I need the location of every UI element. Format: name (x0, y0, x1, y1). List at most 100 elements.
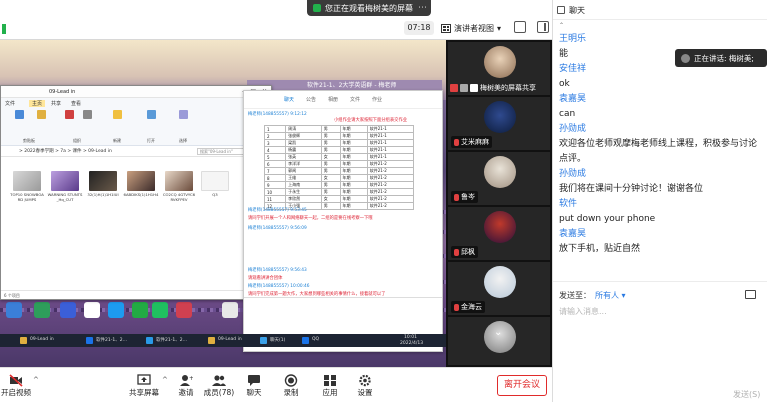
participant-tile[interactable]: 鲁岑 (448, 152, 550, 205)
table-cell: 年期 (339, 132, 368, 140)
ribbon-tab[interactable]: 文件 (5, 100, 15, 107)
leave-meeting-button[interactable]: 离开会议 (497, 375, 547, 396)
folder-icon[interactable] (20, 337, 27, 344)
message-sender[interactable]: 袁嘉昊 (559, 92, 763, 107)
chat-tab[interactable]: 作业 (372, 96, 382, 103)
participant-name: 邱枫 (451, 246, 478, 258)
more-options-icon[interactable]: ⋯ (418, 3, 427, 13)
mic-icon (470, 84, 478, 92)
wechat-icon[interactable] (132, 302, 148, 318)
table-row: 3 梁凯男年期 软件21-1 (263, 139, 415, 147)
speaker-view-button[interactable]: 演讲者视图 ▾ (441, 20, 501, 36)
file-icon[interactable] (745, 290, 756, 299)
address-bar[interactable]: > 2022春季学期 > 7a > 课件 > 09-Lead in 搜索"09-… (1, 146, 271, 157)
rename-icon[interactable] (83, 110, 92, 119)
taskbar-item[interactable]: 09-Lead in (218, 337, 242, 342)
chat-tab[interactable]: 聊天 (284, 96, 294, 103)
send-to-value: 所有人 (595, 291, 619, 300)
ribbon-tab[interactable]: 共享 (51, 100, 61, 107)
chevron-up-icon[interactable]: ^ (33, 376, 39, 384)
file-item[interactable]: Q3 (197, 171, 233, 197)
taskbar-item[interactable]: QQ (312, 337, 319, 342)
file-item[interactable]: 32(1)H(1)1H1IUI (85, 171, 121, 197)
fullscreen-icon[interactable] (514, 21, 526, 33)
properties-icon[interactable] (147, 110, 156, 119)
message-sender[interactable]: 袁嘉昊 (559, 227, 763, 242)
participant-tile[interactable]: 梅树美的屏幕共享 (448, 42, 550, 95)
message-sender[interactable]: 王明乐 (559, 32, 763, 47)
qq-icon[interactable] (302, 337, 309, 344)
app-icon[interactable] (152, 302, 168, 318)
taskbar-item[interactable]: 软件21-1、2… (156, 337, 187, 343)
table-cell: 李洋洋 (285, 160, 322, 168)
message-sender[interactable]: 孙勋成 (559, 122, 763, 137)
participant-tile[interactable]: 邱枫 (448, 207, 550, 260)
table-cell: 男 (320, 139, 341, 147)
ribbon-group-label: 打开 (147, 138, 155, 143)
chevron-down-icon[interactable]: ⌄ (494, 327, 502, 338)
chat-line: 梅老师(148855557) 9:12:12 (248, 112, 307, 117)
send-button[interactable]: 发送(S) (733, 389, 760, 400)
chevron-up-icon[interactable]: ⌃ (559, 22, 564, 29)
app-icon[interactable] (86, 337, 93, 344)
taskbar-item[interactable]: 聊天(1) (270, 337, 285, 343)
app-icon[interactable] (84, 302, 100, 318)
chat-tab[interactable]: 公告 (306, 96, 316, 103)
chat-tab[interactable]: 相册 (328, 96, 338, 103)
delete-icon[interactable] (65, 110, 74, 119)
table-cell: 11 (263, 195, 287, 203)
app-icon[interactable] (60, 302, 76, 318)
message-sender[interactable]: 软件 (559, 197, 763, 212)
settings-button[interactable]: 设置 (342, 372, 388, 398)
message-sender[interactable]: 孙勋成 (559, 167, 763, 182)
file-item[interactable]: 6ABDIKS(1)1H1H4 (123, 171, 159, 197)
ribbon-tab[interactable]: 查看 (71, 100, 81, 107)
side-panel-icon[interactable] (537, 21, 549, 33)
table-cell: 软件21-1 (366, 125, 415, 133)
toolbar-label: 开启视频 (1, 388, 31, 397)
message-input[interactable]: 请输入消息... (559, 306, 607, 317)
app-icon[interactable] (108, 302, 124, 318)
copy-icon[interactable] (15, 110, 24, 119)
file-item[interactable]: CO2CQ 4GTVYC6 RVKFPEV (161, 171, 197, 202)
select-all-icon[interactable] (179, 110, 188, 119)
taskbar-item[interactable]: 软件21-1、2… (96, 337, 127, 343)
participant-tile[interactable]: 艾米麻麻 (448, 97, 550, 150)
chat-icon[interactable] (260, 337, 267, 344)
send-to-select[interactable]: 所有人 ▾ (595, 290, 626, 301)
chat-tab[interactable]: 文件 (350, 96, 360, 103)
app-icon[interactable] (146, 337, 153, 344)
app-icon[interactable] (34, 302, 50, 318)
share-banner[interactable]: 您正在观看梅树美的屏幕 ⋯ (307, 0, 431, 16)
avatar (484, 266, 516, 298)
table-row: 7 郭闻男年期 软件21-2 (263, 167, 415, 175)
participant-tile[interactable]: 金海云 (448, 262, 550, 315)
share-screen-button[interactable]: 共享屏幕 (121, 372, 167, 398)
taskbar-item[interactable]: 09-Lead in (30, 337, 54, 342)
participant-tile[interactable]: ⌄ (448, 317, 550, 365)
toolbar-label: 设置 (357, 388, 373, 397)
app-icon[interactable] (6, 302, 22, 318)
table-cell: 软件21-1 (366, 132, 415, 140)
table-cell: 周涛 (285, 125, 322, 133)
paste-icon[interactable] (37, 110, 46, 119)
address-path: > 2022春季学期 > 7a > 课件 > 09-Lead in (19, 149, 112, 154)
file-item[interactable]: TOP10 SNOWBOARD JUMPS (9, 171, 45, 202)
ribbon-tab[interactable]: 主页 (29, 100, 46, 107)
message-text: 放下手机，贴近自然 (559, 244, 641, 254)
new-folder-icon[interactable] (113, 110, 122, 119)
explorer-title: 09-Lead in (49, 89, 76, 95)
shared-screen: 软件21-1、2大学英语群 - 梅老师 09-Lead in – □ ✕ 文件 … (0, 40, 446, 367)
folder-icon[interactable] (208, 337, 215, 344)
collapse-panel-icon[interactable] (557, 6, 565, 14)
file-item[interactable]: WARNING STUNTS_Hq_CUT (47, 171, 83, 202)
chat-line: 梅老师(148855557) 9:56:09 (248, 226, 307, 231)
windows-taskbar: 09-Lead in 软件21-1、2… 软件21-1、2… 09-Lead i… (0, 334, 446, 347)
table-cell: 女 (320, 195, 341, 203)
chat-message: 孙勋成 我们将在课间十分钟讨论！谢谢各位 (553, 167, 763, 197)
participant-name: 鲁岑 (451, 191, 478, 203)
app-icon[interactable] (176, 302, 192, 318)
video-thumbnail (89, 171, 117, 191)
app-icon[interactable] (222, 302, 238, 318)
table-row: 11 李欣然女年期 软件21-2 (263, 195, 415, 203)
